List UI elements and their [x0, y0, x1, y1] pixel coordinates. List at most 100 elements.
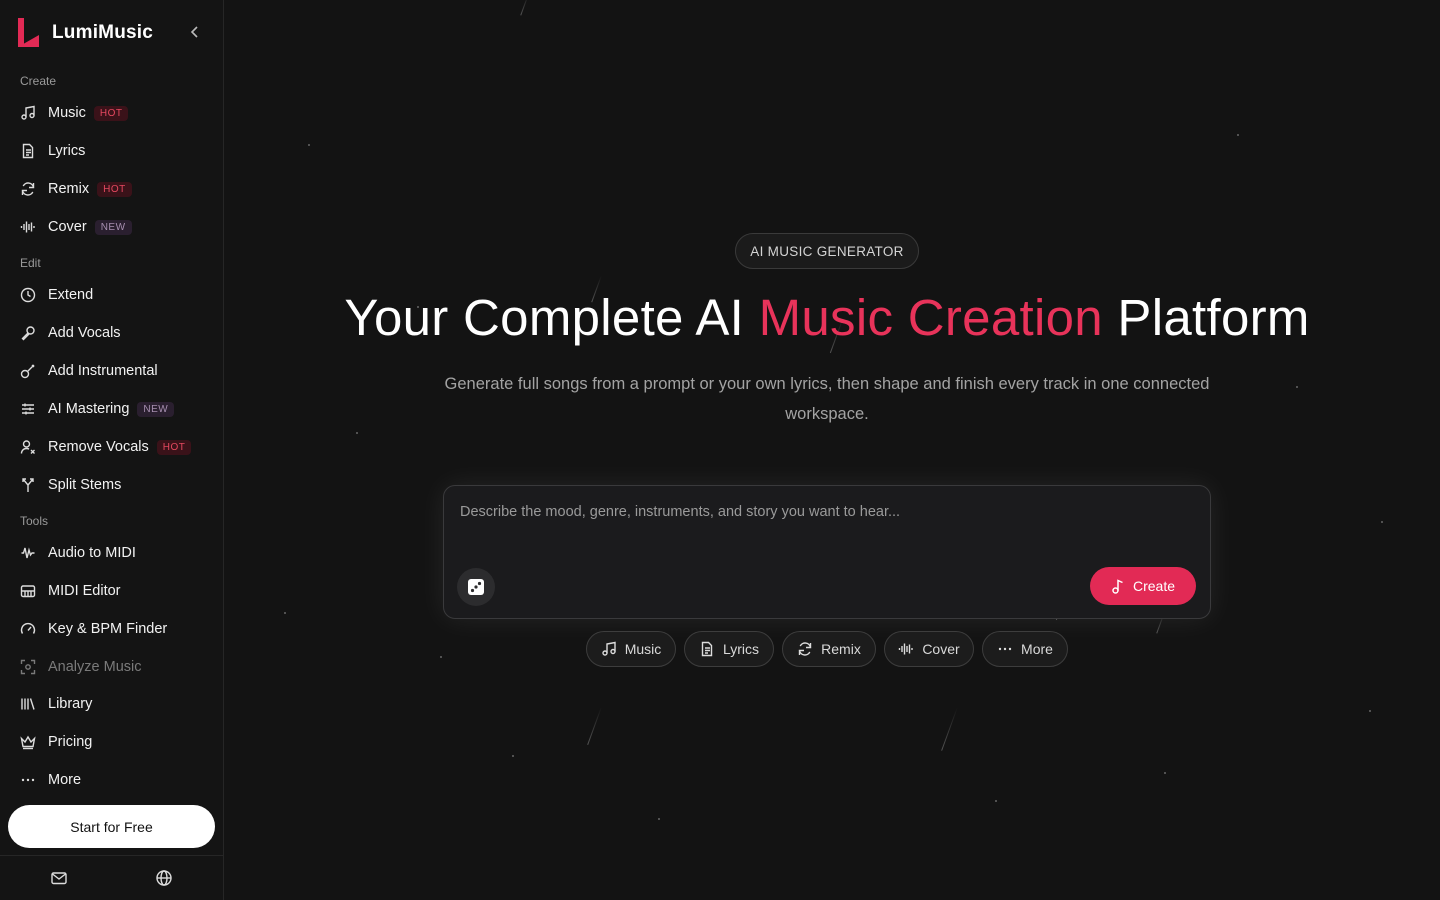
hero-title: Your Complete AI Music Creation Platform [224, 288, 1430, 347]
sidebar-item-extend[interactable]: Extend [8, 278, 216, 312]
prompt-input[interactable] [460, 504, 1190, 520]
sidebar-item-label: Pricing [48, 734, 93, 750]
audio-wave-icon [20, 545, 36, 561]
waveform-icon [899, 643, 914, 655]
sidebar-item-split-stems[interactable]: Split Stems [8, 468, 216, 502]
clock-icon [20, 287, 36, 303]
sidebar-item-library[interactable]: Library [8, 687, 216, 721]
chip-music[interactable]: Music [586, 631, 676, 667]
sidebar-item-remix[interactable]: Remix HOT [8, 172, 216, 206]
sidebar: LumiMusic Create Music HOT Lyrics Remix … [0, 0, 224, 900]
sidebar-item-audio-to-midi[interactable]: Audio to MIDI [8, 536, 216, 570]
sidebar-item-label: Split Stems [48, 477, 122, 493]
brand-name: LumiMusic [52, 21, 154, 43]
crown-icon [20, 734, 36, 750]
split-icon [20, 477, 36, 493]
background-dot [440, 656, 442, 658]
sidebar-item-ai-mastering[interactable]: AI Mastering NEW [8, 392, 216, 426]
start-for-free-button[interactable]: Start for Free [8, 805, 215, 848]
microphone-icon [20, 325, 36, 341]
background-dot [1369, 710, 1371, 712]
main-content: AI MUSIC GENERATOR Your Complete AI Musi… [224, 0, 1440, 900]
hero-subtitle: Generate full songs from a prompt or you… [444, 375, 1210, 423]
create-button-label: Create [1132, 578, 1176, 594]
sidebar-item-remove-vocals[interactable]: Remove Vocals HOT [8, 430, 216, 464]
document-icon [701, 641, 713, 657]
chip-label: Remix [821, 641, 861, 657]
chip-more[interactable]: More [982, 631, 1068, 667]
background-dot [995, 800, 997, 802]
sidebar-item-music[interactable]: Music HOT [8, 96, 216, 130]
sidebar-item-lyrics[interactable]: Lyrics [8, 134, 216, 168]
refresh-icon [20, 181, 36, 197]
sidebar-item-label: More [48, 772, 82, 788]
sidebar-item-pricing[interactable]: Pricing [8, 725, 216, 759]
prompt-box: Create [443, 485, 1211, 619]
globe-icon[interactable] [155, 869, 173, 887]
sidebar-item-label: Analyze Music [48, 659, 142, 675]
background-dot [512, 755, 514, 757]
hot-badge: HOT [156, 439, 192, 455]
dice-icon [468, 579, 484, 595]
chip-label: Cover [922, 641, 960, 657]
sidebar-item-label: Cover [48, 219, 87, 235]
mail-icon[interactable] [50, 869, 68, 887]
library-icon [20, 696, 36, 712]
chip-label: Music [624, 641, 662, 657]
sidebar-item-label: Library [48, 696, 93, 712]
section-label-create: Create [20, 74, 57, 88]
sidebar-item-label: MIDI Editor [48, 583, 121, 599]
piano-icon [20, 583, 36, 599]
sidebar-item-label: Remove Vocals [48, 439, 149, 455]
brand-logo-icon [18, 18, 39, 47]
random-prompt-button[interactable] [457, 568, 495, 606]
chip-remix[interactable]: Remix [782, 631, 876, 667]
sidebar-footer [0, 855, 223, 900]
hero-title-part2: Platform [1102, 289, 1310, 346]
music-note-icon [20, 105, 36, 121]
sidebar-item-label: Add Instrumental [48, 363, 158, 379]
hero-title-part1: Your Complete AI [344, 289, 759, 346]
hero-title-accent: Music Creation [758, 289, 1103, 346]
background-streak [520, 0, 529, 16]
refresh-icon [798, 642, 812, 656]
user-remove-icon [20, 439, 36, 455]
create-button[interactable]: Create [1090, 567, 1196, 605]
collapse-sidebar-button[interactable] [186, 23, 204, 41]
sidebar-item-more[interactable]: More [8, 763, 216, 797]
new-badge: NEW [137, 401, 175, 417]
chip-cover[interactable]: Cover [884, 631, 974, 667]
sidebar-item-add-instrumental[interactable]: Add Instrumental [8, 354, 216, 388]
background-dot [658, 818, 660, 820]
background-dot [284, 612, 286, 614]
background-dot [1381, 521, 1383, 523]
background-dot [1164, 772, 1166, 774]
brand[interactable]: LumiMusic [18, 18, 153, 47]
sliders-icon [20, 401, 36, 417]
background-dot [1237, 134, 1239, 136]
background-streak [587, 707, 602, 745]
sidebar-item-label: Lyrics [48, 143, 86, 159]
sidebar-item-label: Add Vocals [48, 325, 121, 341]
sidebar-item-analyze-music[interactable]: Analyze Music [8, 650, 216, 684]
more-dots-icon [998, 647, 1012, 651]
chip-lyrics[interactable]: Lyrics [684, 631, 774, 667]
background-dot [1296, 386, 1298, 388]
sidebar-item-label: AI Mastering [48, 401, 130, 417]
guitar-icon [20, 363, 36, 379]
chevron-left-icon [190, 26, 198, 38]
hero-tag: AI MUSIC GENERATOR [735, 233, 919, 269]
background-dot [308, 144, 310, 146]
gauge-icon [20, 621, 36, 637]
sidebar-item-cover[interactable]: Cover NEW [8, 210, 216, 244]
section-label-tools: Tools [20, 514, 49, 528]
music-note-icon [602, 641, 616, 656]
background-streak [941, 707, 958, 751]
sidebar-item-label: Music [48, 105, 86, 121]
sidebar-item-midi-editor[interactable]: MIDI Editor [8, 574, 216, 608]
sidebar-item-add-vocals[interactable]: Add Vocals [8, 316, 216, 350]
sidebar-item-label: Key & BPM Finder [48, 621, 168, 637]
section-label-edit: Edit [20, 256, 41, 270]
hot-badge: HOT [97, 181, 132, 197]
sidebar-item-key-bpm-finder[interactable]: Key & BPM Finder [8, 612, 216, 646]
